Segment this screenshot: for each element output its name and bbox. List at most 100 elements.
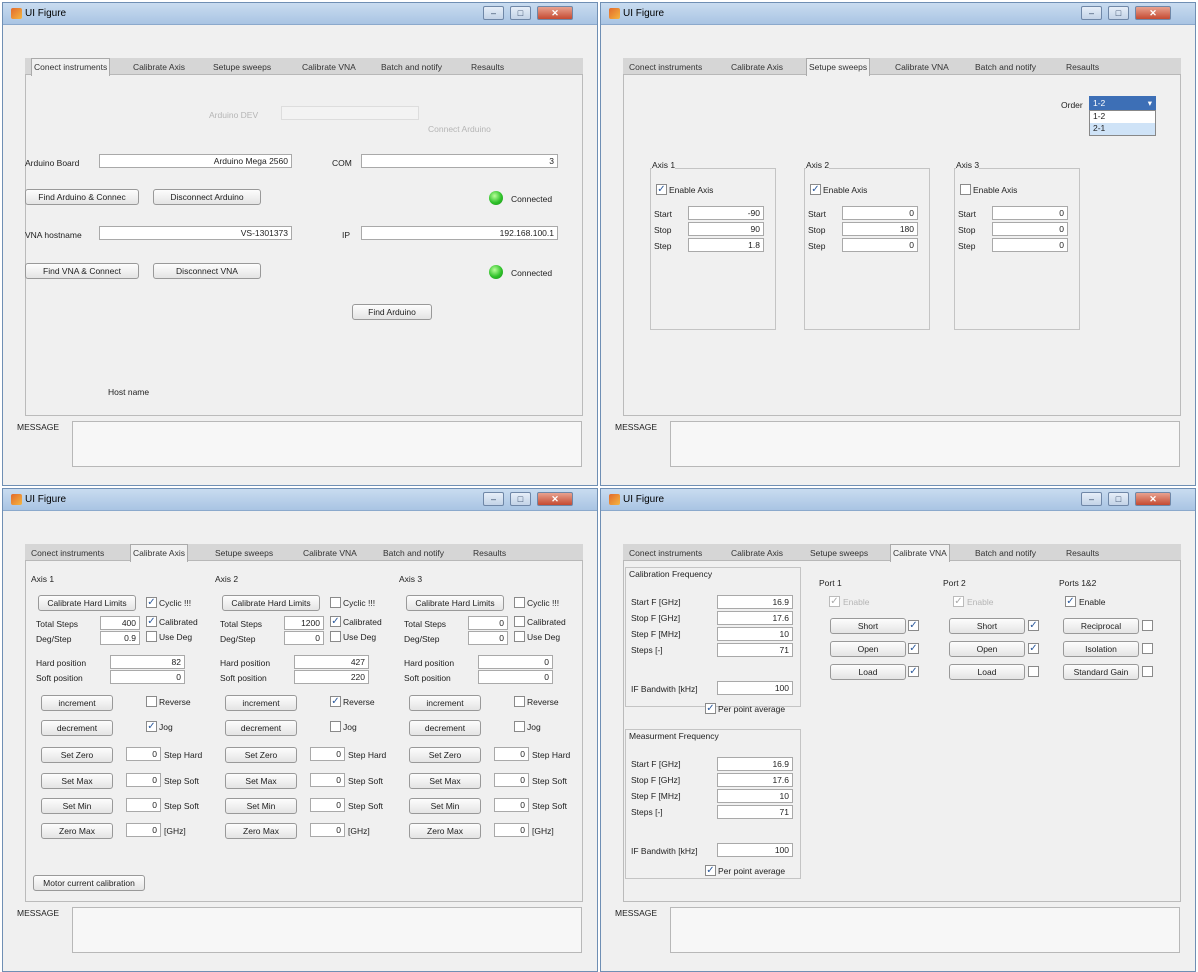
axis3-reverse-checkbox[interactable]	[514, 696, 525, 707]
axis1-set-max-value[interactable]: 0	[126, 773, 161, 787]
axis3-calibrate-hard-limits-button[interactable]: Calibrate Hard Limits	[406, 595, 504, 611]
cal-freq-ifbw-field[interactable]: 100	[717, 681, 793, 695]
meas-freq-start-field[interactable]: 16.9	[717, 757, 793, 771]
axis3-jog-checkbox[interactable]	[514, 721, 525, 732]
axis1-step-field[interactable]: 1.8	[688, 238, 764, 252]
maximize-button[interactable]: □	[1108, 492, 1129, 506]
axis2-jog-checkbox[interactable]	[330, 721, 341, 732]
axis2-cyclic-checkbox[interactable]	[330, 597, 341, 608]
port1-short-checkbox[interactable]: ✓	[908, 620, 919, 631]
tab-calibrate-vna[interactable]: Calibrate VNA	[895, 60, 949, 75]
axis3-increment-button[interactable]: increment	[409, 695, 481, 711]
axis1-use-deg-checkbox[interactable]	[146, 631, 157, 642]
isolation-button[interactable]: Isolation	[1063, 641, 1139, 657]
axis3-set-zero-button[interactable]: Set Zero	[409, 747, 481, 763]
standard-gain-button[interactable]: Standard Gain	[1063, 664, 1139, 680]
axis1-start-field[interactable]: -90	[688, 206, 764, 220]
axis1-zero-max-button[interactable]: Zero Max	[41, 823, 113, 839]
axis1-enable-checkbox[interactable]: ✓	[656, 184, 667, 195]
tab-calibrate-axis[interactable]: Calibrate Axis	[731, 546, 783, 561]
axis1-jog-checkbox[interactable]: ✓	[146, 721, 157, 732]
tab-setupe-sweeps[interactable]: Setupe sweeps	[215, 546, 273, 561]
axis2-enable-checkbox[interactable]: ✓	[810, 184, 821, 195]
reciprocal-checkbox[interactable]	[1142, 620, 1153, 631]
axis2-calibrated-checkbox[interactable]: ✓	[330, 616, 341, 627]
tab-batch-and-notify[interactable]: Batch and notify	[975, 60, 1036, 75]
meas-freq-step-field[interactable]: 10	[717, 789, 793, 803]
axis3-set-max-value[interactable]: 0	[494, 773, 529, 787]
meas-freq-avg-checkbox[interactable]: ✓	[705, 865, 716, 876]
axis3-decrement-button[interactable]: decrement	[409, 720, 481, 736]
axis1-decrement-button[interactable]: decrement	[41, 720, 113, 736]
port1-enable-checkbox[interactable]: ✓	[829, 596, 840, 607]
tab-conect-instruments[interactable]: Conect instruments	[629, 546, 702, 561]
tab-calibrate-vna[interactable]: Calibrate VNA	[303, 546, 357, 561]
tab-calibrate-axis[interactable]: Calibrate Axis	[731, 60, 783, 75]
tab-batch-and-notify[interactable]: Batch and notify	[383, 546, 444, 561]
port2-open-button[interactable]: Open	[949, 641, 1025, 657]
close-button[interactable]: ✕	[1135, 6, 1171, 20]
disconnect-arduino-button[interactable]: Disconnect Arduino	[153, 189, 261, 205]
axis2-zero-max-value[interactable]: 0	[310, 823, 345, 837]
port2-load-button[interactable]: Load	[949, 664, 1025, 680]
axis2-deg-step-field[interactable]: 0	[284, 631, 324, 645]
axis1-hard-position-field[interactable]: 82	[110, 655, 185, 669]
close-button[interactable]: ✕	[537, 6, 573, 20]
disconnect-vna-button[interactable]: Disconnect VNA	[153, 263, 261, 279]
axis1-calibrate-hard-limits-button[interactable]: Calibrate Hard Limits	[38, 595, 136, 611]
port1-short-button[interactable]: Short	[830, 618, 906, 634]
axis1-stop-field[interactable]: 90	[688, 222, 764, 236]
com-field[interactable]: 3	[361, 154, 558, 168]
find-vna-connect-button[interactable]: Find VNA & Connect	[25, 263, 139, 279]
close-button[interactable]: ✕	[537, 492, 573, 506]
meas-freq-ifbw-field[interactable]: 100	[717, 843, 793, 857]
find-arduino-button[interactable]: Find Arduino	[352, 304, 432, 320]
port1-load-button[interactable]: Load	[830, 664, 906, 680]
axis3-set-max-button[interactable]: Set Max	[409, 773, 481, 789]
axis2-start-field[interactable]: 0	[842, 206, 918, 220]
axis2-set-max-value[interactable]: 0	[310, 773, 345, 787]
axis2-set-min-value[interactable]: 0	[310, 798, 345, 812]
axis1-cyclic-checkbox[interactable]: ✓	[146, 597, 157, 608]
vna-hostname-field[interactable]: VS-1301373	[99, 226, 292, 240]
axis1-set-max-button[interactable]: Set Max	[41, 773, 113, 789]
port1-open-checkbox[interactable]: ✓	[908, 643, 919, 654]
axis3-zero-max-button[interactable]: Zero Max	[409, 823, 481, 839]
cal-freq-stop-field[interactable]: 17.6	[717, 611, 793, 625]
axis3-start-field[interactable]: 0	[992, 206, 1068, 220]
axis3-hard-position-field[interactable]: 0	[478, 655, 553, 669]
tab-resaults[interactable]: Resaults	[1066, 60, 1099, 75]
axis1-soft-position-field[interactable]: 0	[110, 670, 185, 684]
axis2-set-max-button[interactable]: Set Max	[225, 773, 297, 789]
axis2-use-deg-checkbox[interactable]	[330, 631, 341, 642]
port2-short-checkbox[interactable]: ✓	[1028, 620, 1039, 631]
minimize-button[interactable]: ‒	[483, 492, 504, 506]
maximize-button[interactable]: □	[1108, 6, 1129, 20]
axis3-zero-max-value[interactable]: 0	[494, 823, 529, 837]
port2-enable-checkbox[interactable]: ✓	[953, 596, 964, 607]
maximize-button[interactable]: □	[510, 6, 531, 20]
axis3-use-deg-checkbox[interactable]	[514, 631, 525, 642]
port2-short-button[interactable]: Short	[949, 618, 1025, 634]
tab-calibrate-vna[interactable]: Calibrate VNA	[890, 544, 950, 562]
meas-freq-steps-field[interactable]: 71	[717, 805, 793, 819]
axis3-soft-position-field[interactable]: 0	[478, 670, 553, 684]
tab-batch-and-notify[interactable]: Batch and notify	[975, 546, 1036, 561]
standard-gain-checkbox[interactable]	[1142, 666, 1153, 677]
axis2-zero-max-button[interactable]: Zero Max	[225, 823, 297, 839]
tab-resaults[interactable]: Resaults	[473, 546, 506, 561]
port1-open-button[interactable]: Open	[830, 641, 906, 657]
ip-field[interactable]: 192.168.100.1	[361, 226, 558, 240]
arduino-board-field[interactable]: Arduino Mega 2560	[99, 154, 292, 168]
tab-setupe-sweeps[interactable]: Setupe sweeps	[810, 546, 868, 561]
ports12-enable-checkbox[interactable]: ✓	[1065, 596, 1076, 607]
find-arduino-connect-button[interactable]: Find Arduino & Connec	[25, 189, 139, 205]
tab-calibrate-vna[interactable]: Calibrate VNA	[302, 60, 356, 75]
tab-resaults[interactable]: Resaults	[1066, 546, 1099, 561]
port2-open-checkbox[interactable]: ✓	[1028, 643, 1039, 654]
axis2-increment-button[interactable]: increment	[225, 695, 297, 711]
axis2-reverse-checkbox[interactable]: ✓	[330, 696, 341, 707]
axis3-enable-checkbox[interactable]	[960, 184, 971, 195]
axis1-set-zero-button[interactable]: Set Zero	[41, 747, 113, 763]
axis2-step-field[interactable]: 0	[842, 238, 918, 252]
